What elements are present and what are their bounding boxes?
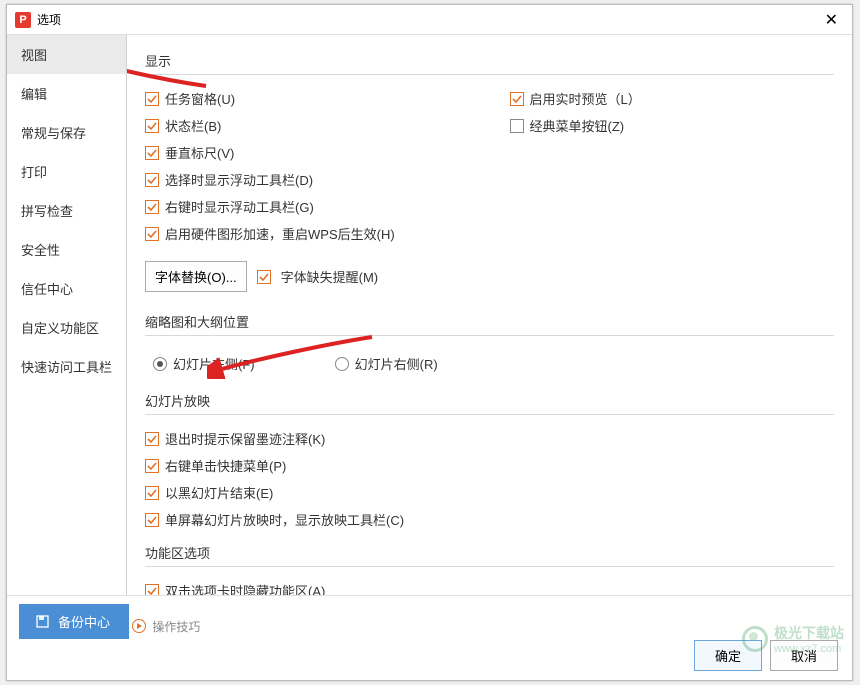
checkbox-rightclick-float-toolbar[interactable]	[145, 200, 159, 214]
label-vertical-ruler: 垂直标尺(V)	[165, 143, 234, 162]
label-hardware-accel: 启用硬件图形加速，重启WPS后生效(H)	[165, 224, 395, 243]
sidebar-item-print[interactable]: 打印	[7, 152, 126, 191]
checkbox-single-screen-toolbar[interactable]	[145, 513, 159, 527]
label-status-bar: 状态栏(B)	[165, 116, 221, 135]
app-icon: P	[15, 12, 31, 28]
checkbox-keep-ink[interactable]	[145, 432, 159, 446]
label-select-float-toolbar: 选择时显示浮动工具栏(D)	[165, 170, 313, 189]
checkbox-vertical-ruler[interactable]	[145, 146, 159, 160]
label-dblclick-hide-ribbon: 双击选项卡时隐藏功能区(A)	[165, 581, 325, 595]
sidebar-item-custom-ribbon[interactable]: 自定义功能区	[7, 308, 126, 347]
backup-icon	[35, 614, 50, 629]
label-classic-menu: 经典菜单按钮(Z)	[530, 116, 625, 135]
operation-tips-label: 操作技巧	[152, 618, 200, 635]
footer: 备份中心 操作技巧 确定 取消 极光下载站 www.xz7.com	[7, 596, 852, 681]
cancel-button[interactable]: 取消	[770, 640, 838, 671]
window-title: 选项	[37, 11, 61, 28]
section-title-ribbon: 功能区选项	[145, 543, 834, 562]
label-slide-right: 幻灯片右侧(R)	[355, 354, 438, 373]
label-slide-left: 幻灯片左侧(F)	[173, 354, 255, 373]
content-panel: 显示 任务窗格(U) 状态栏(B) 垂直标尺(V) 选择时显示浮动工具栏(D) …	[127, 35, 852, 595]
backup-center-label: 备份中心	[58, 612, 110, 631]
label-font-missing: 字体缺失提醒(M)	[281, 267, 379, 286]
label-live-preview: 启用实时预览（L）	[530, 89, 641, 108]
sidebar: 视图 编辑 常规与保存 打印 拼写检查 安全性 信任中心 自定义功能区 快速访问…	[7, 35, 127, 595]
checkbox-rightclick-menu[interactable]	[145, 459, 159, 473]
checkbox-task-pane[interactable]	[145, 92, 159, 106]
checkbox-hardware-accel[interactable]	[145, 227, 159, 241]
checkbox-end-black[interactable]	[145, 486, 159, 500]
label-task-pane: 任务窗格(U)	[165, 89, 235, 108]
checkbox-select-float-toolbar[interactable]	[145, 173, 159, 187]
checkbox-dblclick-hide-ribbon[interactable]	[145, 584, 159, 596]
label-keep-ink: 退出时提示保留墨迹注释(K)	[165, 429, 325, 448]
sidebar-item-trust-center[interactable]: 信任中心	[7, 269, 126, 308]
font-substitute-button[interactable]: 字体替换(O)...	[145, 261, 247, 292]
checkbox-classic-menu[interactable]	[510, 119, 524, 133]
titlebar: P 选项 ✕	[7, 5, 852, 35]
label-end-black: 以黑幻灯片结束(E)	[165, 483, 273, 502]
checkbox-live-preview[interactable]	[510, 92, 524, 106]
section-title-thumb: 缩略图和大纲位置	[145, 312, 834, 331]
label-single-screen-toolbar: 单屏幕幻灯片放映时，显示放映工具栏(C)	[165, 510, 404, 529]
checkbox-status-bar[interactable]	[145, 119, 159, 133]
operation-tips-link[interactable]: 操作技巧	[132, 618, 200, 635]
radio-slide-right[interactable]	[335, 357, 349, 371]
backup-center-button[interactable]: 备份中心	[19, 604, 129, 639]
options-dialog: P 选项 ✕ 视图 编辑 常规与保存 打印 拼写检查 安全性 信任中心 自定义功…	[6, 4, 853, 681]
radio-slide-left[interactable]	[153, 357, 167, 371]
play-icon	[132, 619, 146, 633]
sidebar-item-quick-access[interactable]: 快速访问工具栏	[7, 347, 126, 386]
section-title-slideshow: 幻灯片放映	[145, 391, 834, 410]
label-rightclick-menu: 右键单击快捷菜单(P)	[165, 456, 286, 475]
sidebar-item-view[interactable]: 视图	[7, 35, 126, 74]
sidebar-item-edit[interactable]: 编辑	[7, 74, 126, 113]
sidebar-item-spellcheck[interactable]: 拼写检查	[7, 191, 126, 230]
sidebar-item-general-save[interactable]: 常规与保存	[7, 113, 126, 152]
close-icon[interactable]: ✕	[819, 10, 844, 30]
checkbox-font-missing[interactable]	[257, 270, 271, 284]
sidebar-item-security[interactable]: 安全性	[7, 230, 126, 269]
label-rightclick-float-toolbar: 右键时显示浮动工具栏(G)	[165, 197, 314, 216]
section-title-display: 显示	[145, 51, 834, 70]
ok-button[interactable]: 确定	[694, 640, 762, 671]
